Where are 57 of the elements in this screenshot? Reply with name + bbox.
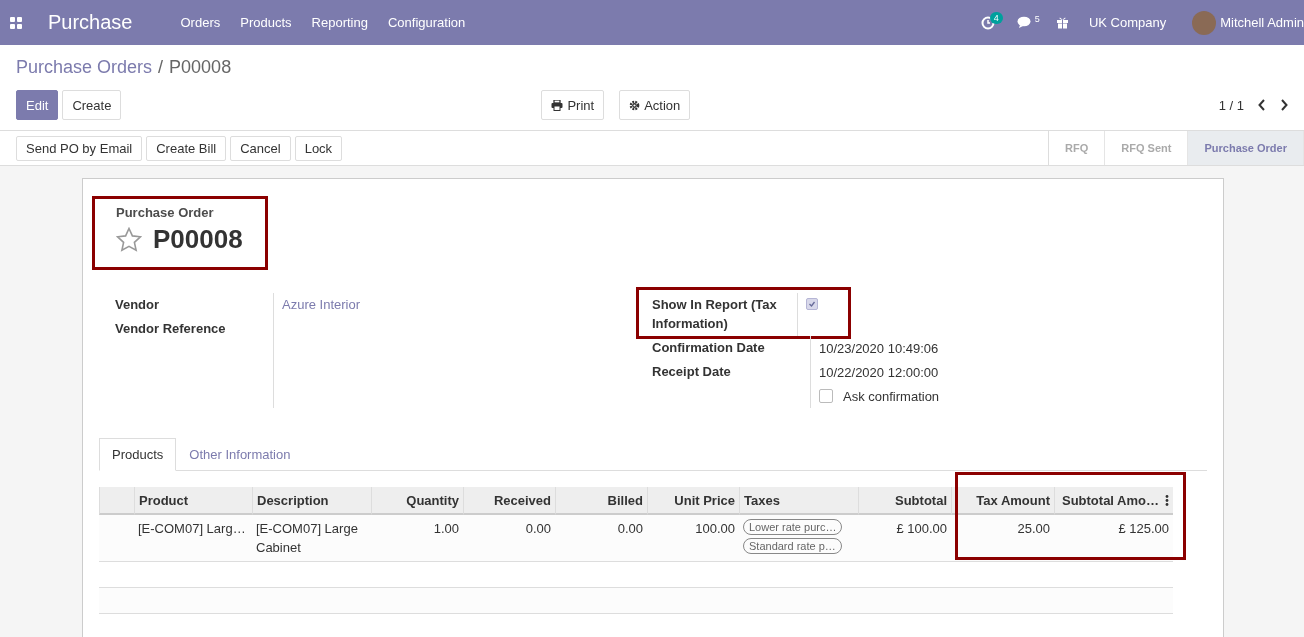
activity-count: 4 [989,11,1003,24]
printer-icon [551,99,564,111]
breadcrumb-current: P00008 [169,57,232,78]
menu-item[interactable]: Reporting [311,15,368,30]
clock-icon[interactable] [980,15,995,30]
status-action-button[interactable]: Send PO by Email [16,135,143,161]
breadcrumb-separator: / [158,57,164,78]
table-cell: 0.00 [525,521,551,536]
menu-item[interactable]: Products [240,15,292,30]
company-switcher[interactable]: UK Company [1088,15,1167,30]
field-value: 10/23/2020 10:49:06 [819,340,939,356]
next-icon[interactable] [1280,99,1288,111]
create-button[interactable]: Create [62,90,122,120]
form-subtitle: Purchase Order [116,205,215,220]
tab[interactable]: Products [99,438,177,471]
menu-item[interactable]: Configuration [387,15,466,30]
field-value: 10/22/2020 12:00:00 [819,364,939,380]
menu-item[interactable]: Orders [180,15,221,30]
check-icon [808,300,816,308]
breadcrumb-link[interactable]: Purchase Orders [16,57,153,78]
previous-icon[interactable] [1258,99,1266,111]
pager-counter: 1 / 1 [1218,97,1244,113]
chat-icon[interactable] [1016,16,1033,29]
apps-menu-icon[interactable] [10,16,22,29]
field-label: Confirmation Date [652,339,766,357]
message-count: 5 [1034,13,1040,24]
table-cell: 100.00 [695,521,735,536]
table-cell: 0.00 [617,521,643,536]
app-title[interactable]: Purchase [48,11,133,34]
table-cell: £ 100.00 [896,521,947,536]
checkbox[interactable] [806,298,818,310]
action-button[interactable]: Action [619,90,691,120]
field-label: Show In Report (Tax Information) [652,296,778,333]
column-header[interactable]: Taxes [744,492,780,508]
print-button[interactable]: Print [541,90,605,120]
gift-icon[interactable] [1055,16,1069,29]
user-menu[interactable]: Mitchell Admin [1220,15,1304,30]
edit-button[interactable]: Edit [16,90,59,120]
status-action-button[interactable]: Lock [294,135,343,161]
table-cell: 25.00 [1017,521,1050,536]
star-icon[interactable] [116,227,142,252]
table-cell: [E-COM07] Large Cabinet [256,521,358,555]
table-cell: £ 125.00 [1118,521,1169,536]
checkbox[interactable] [819,389,833,403]
table-cell: [E-COM07] Larg… [138,521,246,536]
order-number: P00008 [153,224,243,255]
field-label: Receipt Date [652,363,732,381]
table-cell: 1.00 [433,521,459,536]
tab[interactable]: Other Information [176,438,304,471]
gear-icon [629,99,641,111]
field-label: Vendor Reference [115,320,227,338]
status-action-button[interactable]: Cancel [230,135,291,161]
checkbox-label: Ask confirmation [843,388,940,404]
vendor-link[interactable]: Azure Interior [282,293,361,317]
status-action-button[interactable]: Create Bill [146,135,227,161]
field-label: Vendor [115,296,161,314]
column-options-icon[interactable] [1165,494,1169,506]
